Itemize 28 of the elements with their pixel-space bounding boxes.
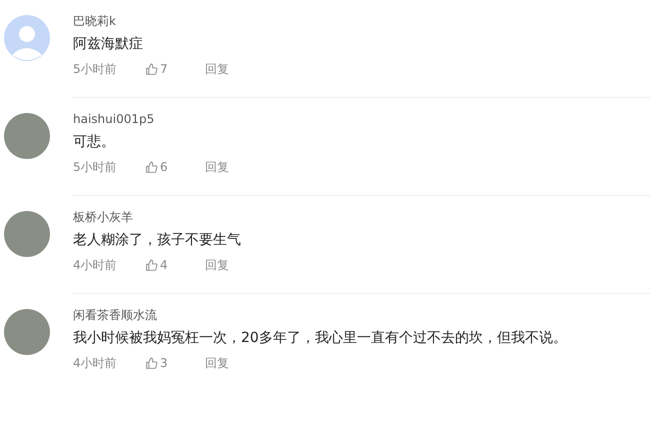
like-button[interactable]: 6 (145, 159, 205, 175)
thumbs-up-icon (145, 62, 158, 76)
like-button[interactable]: 4 (145, 257, 205, 273)
like-button[interactable]: 7 (145, 61, 205, 77)
comment-text: 我小时候被我妈冤枉一次，20多年了，我心里一直有个过不去的坎，但我不说。 (73, 329, 568, 348)
avatar-photo-placeholder (4, 113, 50, 159)
avatar-photo-placeholder (4, 309, 50, 355)
username[interactable]: 板桥小灰羊 (73, 209, 650, 225)
reply-button[interactable]: 回复 (205, 257, 229, 273)
thumbs-up-icon (145, 356, 158, 370)
username[interactable]: haishui001p5 (73, 111, 650, 127)
thumbs-up-icon (145, 160, 158, 174)
reply-button[interactable]: 回复 (205, 61, 229, 77)
comment-text: 可悲。 (73, 133, 116, 152)
like-button[interactable]: 3 (145, 355, 205, 371)
username[interactable]: 闲看茶香顺水流 (73, 307, 650, 323)
reply-button[interactable]: 回复 (205, 159, 229, 175)
avatar-photo-placeholder (4, 211, 50, 257)
comment-text: 阿兹海默症 (73, 35, 144, 54)
comment-text: 老人糊涂了，孩子不要生气 (73, 231, 242, 250)
timestamp: 5小时前 (73, 61, 118, 77)
username[interactable]: 巴晓莉k (73, 13, 650, 29)
timestamp: 5小时前 (73, 159, 118, 175)
timestamp: 4小时前 (73, 257, 118, 273)
timestamp: 4小时前 (73, 355, 118, 371)
reply-button[interactable]: 回复 (205, 355, 229, 371)
avatar-silhouette-icon (4, 15, 50, 61)
thumbs-up-icon (145, 258, 158, 272)
